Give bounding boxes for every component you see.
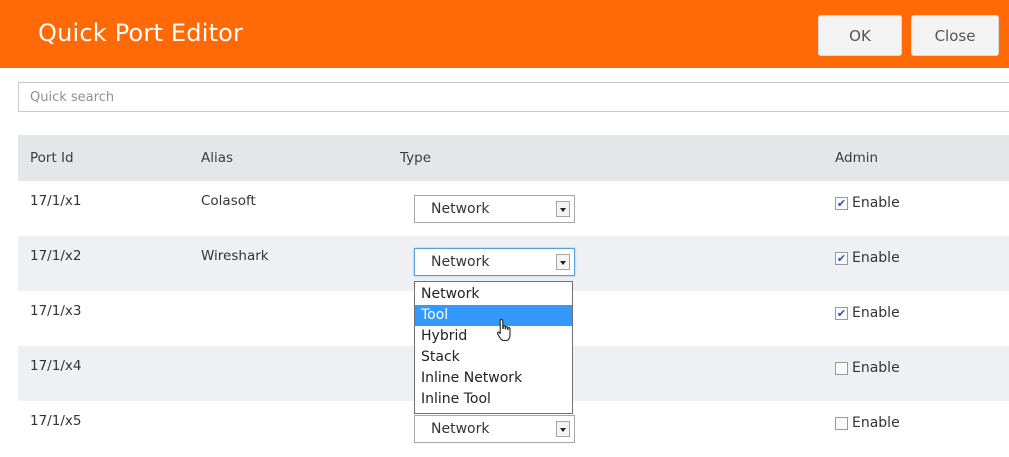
type-select-value: Network — [431, 254, 490, 270]
admin-enable-label: Enable — [852, 360, 900, 376]
column-header-type: Type — [400, 150, 432, 166]
dropdown-option-stack[interactable]: Stack — [415, 347, 572, 368]
checkbox-checked-icon[interactable]: ✔ — [835, 251, 848, 265]
checkbox-checked-icon[interactable]: ✔ — [835, 196, 848, 210]
alias-cell[interactable]: Wireshark — [201, 248, 269, 264]
type-dropdown-list[interactable]: Network Tool Hybrid Stack Inline Network… — [414, 281, 573, 414]
type-select-value: Network — [431, 201, 490, 217]
admin-enable-label: Enable — [852, 195, 900, 211]
port-id-cell: 17/1/x3 — [30, 303, 82, 319]
dropdown-option-network[interactable]: Network — [415, 284, 572, 305]
column-header-admin: Admin — [835, 150, 879, 166]
chevron-down-icon[interactable] — [556, 421, 570, 437]
port-id-cell: 17/1/x2 — [30, 248, 82, 264]
close-button[interactable]: Close — [911, 15, 999, 56]
admin-enable-checkbox[interactable]: ✔ Enable — [835, 195, 900, 211]
checkbox-unchecked-icon[interactable] — [835, 361, 848, 375]
quick-search-input[interactable]: Quick search — [18, 82, 1009, 112]
admin-enable-checkbox[interactable]: ✔ Enable — [835, 250, 900, 266]
chevron-down-icon[interactable] — [556, 254, 570, 270]
checkbox-unchecked-icon[interactable] — [835, 416, 848, 430]
ok-button[interactable]: OK — [818, 15, 902, 56]
type-select-value: Network — [431, 421, 490, 437]
type-select[interactable]: Network — [414, 195, 575, 223]
header-bar: Quick Port Editor OK Close — [0, 0, 1009, 68]
table-header: Port Id Alias Type Admin — [18, 135, 1009, 181]
table-row: 17/1/x1 Colasoft Network ✔ Enable — [18, 181, 1009, 236]
dropdown-option-inline-network[interactable]: Inline Network — [415, 368, 572, 389]
admin-enable-checkbox[interactable]: Enable — [835, 360, 900, 376]
admin-enable-checkbox[interactable]: Enable — [835, 415, 900, 431]
type-select[interactable]: Network — [414, 415, 575, 443]
dropdown-option-inline-tool[interactable]: Inline Tool — [415, 389, 572, 410]
admin-enable-checkbox[interactable]: ✔ Enable — [835, 305, 900, 321]
column-header-port-id: Port Id — [30, 150, 74, 166]
page-title: Quick Port Editor — [38, 19, 244, 47]
dropdown-option-tool[interactable]: Tool — [415, 305, 572, 326]
dropdown-option-hybrid[interactable]: Hybrid — [415, 326, 572, 347]
alias-cell[interactable]: Colasoft — [201, 193, 256, 209]
checkbox-checked-icon[interactable]: ✔ — [835, 306, 848, 320]
admin-enable-label: Enable — [852, 250, 900, 266]
type-select[interactable]: Network — [414, 248, 575, 276]
column-header-alias: Alias — [201, 150, 234, 166]
admin-enable-label: Enable — [852, 415, 900, 431]
admin-enable-label: Enable — [852, 305, 900, 321]
port-id-cell: 17/1/x1 — [30, 193, 82, 209]
hand-cursor-icon — [496, 318, 511, 342]
chevron-down-icon[interactable] — [556, 201, 570, 217]
port-id-cell: 17/1/x5 — [30, 413, 82, 429]
port-id-cell: 17/1/x4 — [30, 358, 82, 374]
